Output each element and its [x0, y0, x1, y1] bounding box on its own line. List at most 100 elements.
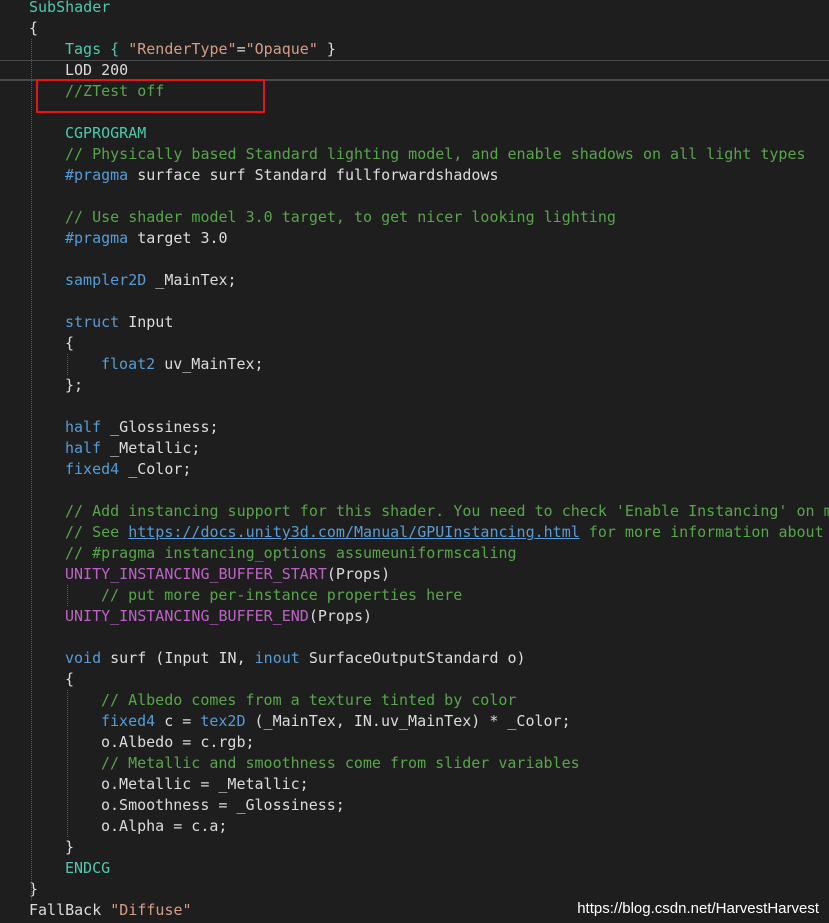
code-line-text: // Use shader model 3.0 target, to get n… [65, 207, 616, 228]
indent-guide [67, 585, 68, 606]
code-line[interactable]: o.Albedo = c.rgb; [0, 732, 829, 753]
code-token: SubShader [29, 0, 111, 16]
code-token: uv_MainTex; [155, 355, 264, 373]
code-line[interactable]: fixed4 c = tex2D (_MainTex, IN.uv_MainTe… [0, 711, 829, 732]
code-line[interactable]: // Albedo comes from a texture tinted by… [0, 690, 829, 711]
code-token: { [65, 334, 75, 352]
code-line[interactable]: // put more per-instance properties here [0, 585, 829, 606]
code-line[interactable] [0, 480, 829, 501]
code-token: { [29, 19, 39, 37]
code-line[interactable] [0, 396, 829, 417]
code-token: // See [65, 523, 129, 541]
code-line[interactable]: #pragma surface surf Standard fullforwar… [0, 165, 829, 186]
code-token: } [317, 40, 336, 58]
code-token: LOD 200 [65, 61, 129, 79]
code-line-text: FallBack "Diffuse" [29, 900, 192, 921]
code-line[interactable]: // See https://docs.unity3d.com/Manual/G… [0, 522, 829, 543]
code-line[interactable]: UNITY_INSTANCING_BUFFER_END(Props) [0, 606, 829, 627]
code-token: = [236, 40, 246, 58]
code-line-text: LOD 200 [65, 60, 128, 81]
annotation-box [36, 79, 265, 113]
code-line[interactable]: { [0, 18, 829, 39]
code-line[interactable]: // Physically based Standard lighting mo… [0, 144, 829, 165]
code-line[interactable] [0, 291, 829, 312]
code-line[interactable]: half _Metallic; [0, 438, 829, 459]
code-token: // put more per-instance properties here [101, 586, 463, 604]
code-token: CGPROGRAM [65, 124, 147, 142]
code-line[interactable]: UNITY_INSTANCING_BUFFER_START(Props) [0, 564, 829, 585]
indent-guide [67, 354, 68, 375]
code-line[interactable]: struct Input [0, 312, 829, 333]
code-token: // #pragma instancing_options assumeunif… [65, 544, 517, 562]
code-token: surf (Input IN, [101, 649, 255, 667]
code-token: half [65, 418, 102, 436]
code-line-text: half _Glossiness; [65, 417, 219, 438]
code-line[interactable] [0, 186, 829, 207]
code-token: // Metallic and smoothness come from sli… [101, 754, 580, 772]
code-line[interactable] [0, 627, 829, 648]
code-line[interactable]: fixed4 _Color; [0, 459, 829, 480]
code-line-text: { [29, 18, 38, 39]
code-token: // Physically based Standard lighting mo… [65, 145, 806, 163]
code-line-text: }; [65, 375, 83, 396]
code-line[interactable]: { [0, 669, 829, 690]
code-line[interactable]: // Add instancing support for this shade… [0, 501, 829, 522]
code-line[interactable]: float2 uv_MainTex; [0, 354, 829, 375]
code-token: half [65, 439, 102, 457]
code-line[interactable]: // Metallic and smoothness come from sli… [0, 753, 829, 774]
code-line-text: { [65, 669, 74, 690]
code-token: UNITY_INSTANCING_BUFFER_END [65, 607, 309, 625]
code-line-text: UNITY_INSTANCING_BUFFER_END(Props) [65, 606, 372, 627]
code-token: float2 [101, 355, 156, 373]
code-line-text: // See https://docs.unity3d.com/Manual/G… [65, 522, 824, 543]
code-token: inout [254, 649, 300, 667]
code-token: SurfaceOutputStandard o) [299, 649, 526, 667]
code-line-text: float2 uv_MainTex; [101, 354, 264, 375]
code-line-text: fixed4 _Color; [65, 459, 191, 480]
code-line[interactable]: o.Alpha = c.a; [0, 816, 829, 837]
code-token: #pragma [65, 166, 129, 184]
code-line-text: SubShader [29, 0, 110, 18]
code-area[interactable]: SubShader { Tags { "RenderType"="Opaque" }… [0, 0, 829, 921]
code-line[interactable]: SubShader [0, 0, 829, 18]
code-line-text: } [65, 837, 74, 858]
code-line[interactable]: CGPROGRAM [0, 123, 829, 144]
code-line[interactable]: void surf (Input IN, inout SurfaceOutput… [0, 648, 829, 669]
code-line[interactable]: } [0, 879, 829, 900]
code-line-text: // Albedo comes from a texture tinted by… [101, 690, 516, 711]
code-line[interactable]: #pragma target 3.0 [0, 228, 829, 249]
code-line[interactable]: sampler2D _MainTex; [0, 270, 829, 291]
code-line[interactable]: o.Metallic = _Metallic; [0, 774, 829, 795]
code-link[interactable]: https://docs.unity3d.com/Manual/GPUInsta… [128, 523, 580, 541]
code-line-text: ENDCG [65, 858, 110, 879]
code-token: void [65, 649, 102, 667]
code-line-text: // put more per-instance properties here [101, 585, 462, 606]
code-editor[interactable]: SubShader { Tags { "RenderType"="Opaque" }… [0, 0, 829, 923]
code-line[interactable]: // Use shader model 3.0 target, to get n… [0, 207, 829, 228]
code-line[interactable]: ENDCG [0, 858, 829, 879]
code-line[interactable] [0, 249, 829, 270]
code-line-text: fixed4 c = tex2D (_MainTex, IN.uv_MainTe… [101, 711, 571, 732]
code-token: o.Smoothness = _Glossiness; [101, 796, 345, 814]
code-line[interactable]: o.Smoothness = _Glossiness; [0, 795, 829, 816]
code-line[interactable]: // #pragma instancing_options assumeunif… [0, 543, 829, 564]
code-line[interactable]: Tags { "RenderType"="Opaque" } [0, 39, 829, 60]
code-line[interactable]: }; [0, 375, 829, 396]
code-line[interactable]: { [0, 333, 829, 354]
code-line[interactable]: half _Glossiness; [0, 417, 829, 438]
code-line-text: void surf (Input IN, inout SurfaceOutput… [65, 648, 526, 669]
code-line-text: o.Albedo = c.rgb; [101, 732, 255, 753]
code-token: _Color; [119, 460, 192, 478]
code-line-text: // #pragma instancing_options assumeunif… [65, 543, 517, 564]
code-token: "RenderType" [128, 40, 237, 58]
code-token: ENDCG [65, 859, 111, 877]
watermark: https://blog.csdn.net/HarvestHarvest [577, 900, 819, 917]
code-line-text: { [65, 333, 74, 354]
code-token: fixed4 [101, 712, 156, 730]
code-line-text: sampler2D _MainTex; [65, 270, 237, 291]
code-line-text: UNITY_INSTANCING_BUFFER_START(Props) [65, 564, 390, 585]
code-line[interactable]: } [0, 837, 829, 858]
code-line[interactable]: LOD 200 [0, 60, 829, 81]
code-token: sampler2D [65, 271, 147, 289]
code-token: "Opaque" [245, 40, 318, 58]
